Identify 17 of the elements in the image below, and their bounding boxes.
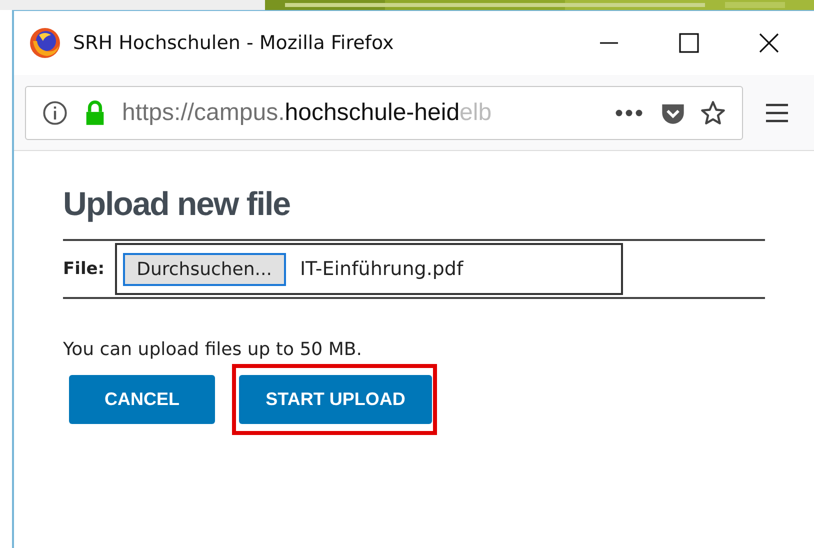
file-name: IT-Einführung.pdf: [300, 258, 464, 280]
upload-button[interactable]: START UPLOAD: [239, 375, 432, 424]
window-title: SRH Hochschulen - Mozilla Firefox: [73, 32, 394, 54]
address-bar[interactable]: https://campus.hochschule-heidelb: [25, 86, 743, 140]
info-icon[interactable]: [42, 100, 68, 126]
file-input-field[interactable]: Durchsuchen... IT-Einführung.pdf: [114, 243, 623, 295]
star-icon[interactable]: [700, 100, 726, 126]
browse-button[interactable]: Durchsuchen...: [122, 252, 286, 286]
file-label: File:: [63, 259, 105, 279]
page-heading: Upload new file: [63, 185, 292, 223]
firefox-logo-icon: [29, 27, 61, 59]
menu-icon[interactable]: [765, 102, 789, 122]
cancel-button[interactable]: CANCEL: [69, 375, 215, 424]
url-text: https://campus.hochschule-heidelb: [122, 98, 492, 126]
close-icon[interactable]: [759, 33, 779, 53]
upload-limit-note: You can upload files up to 50 MB.: [63, 339, 363, 360]
maximize-icon[interactable]: [679, 33, 699, 53]
